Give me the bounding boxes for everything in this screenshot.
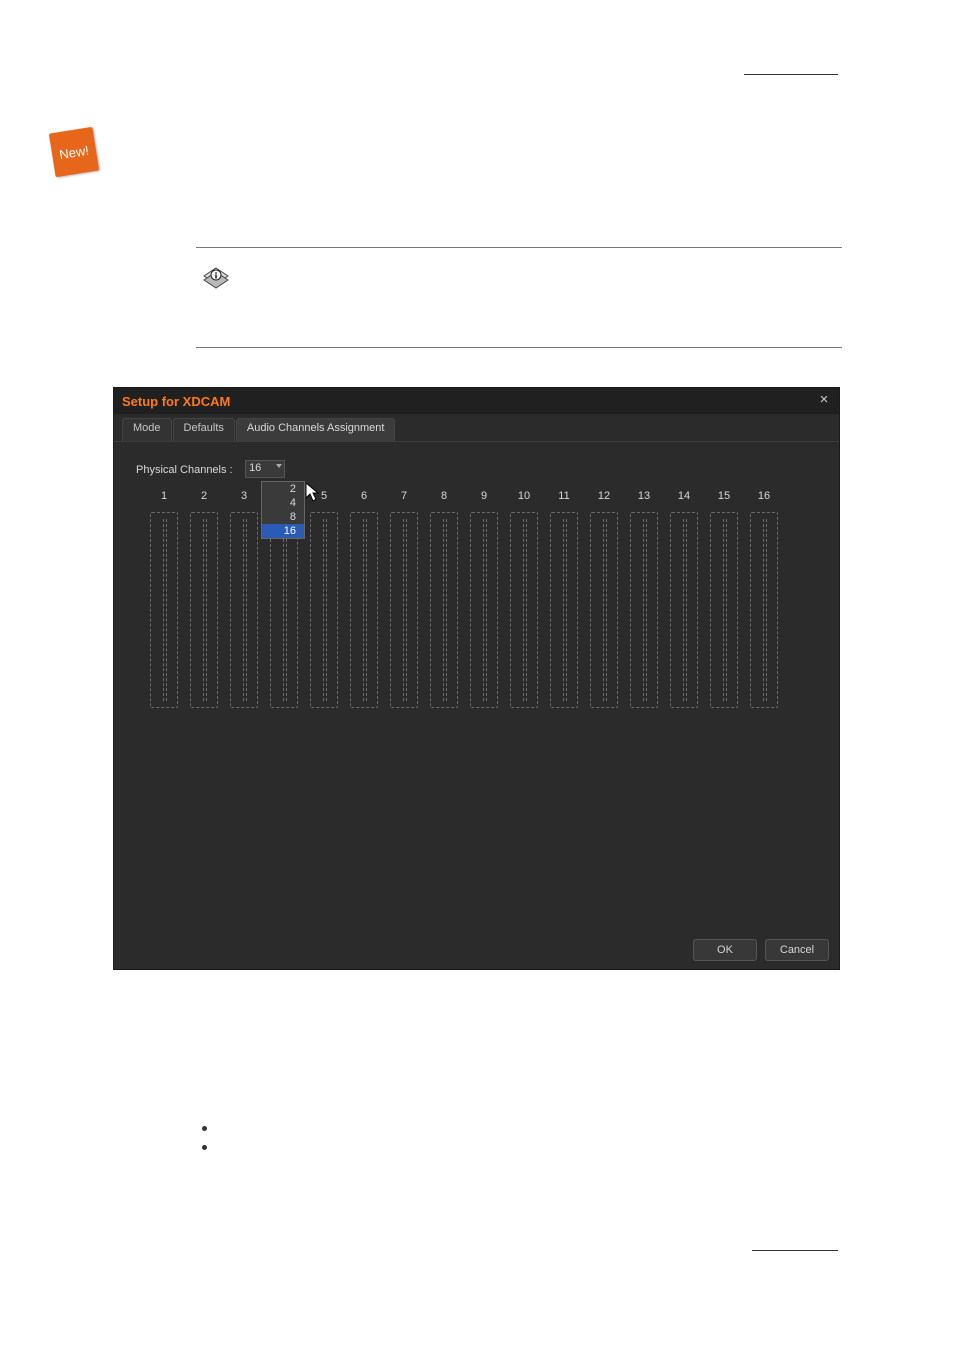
dialog-body: Physical Channels : 16 2 4 8 16 1 2 3 bbox=[114, 442, 839, 726]
channel-slot-15[interactable] bbox=[704, 512, 744, 708]
channel-slot-7[interactable] bbox=[384, 512, 424, 708]
physical-channels-dropdown[interactable]: 2 4 8 16 bbox=[261, 481, 305, 539]
channel-header-6: 6 bbox=[344, 490, 384, 502]
channel-slot-3[interactable] bbox=[224, 512, 264, 708]
channel-header-15: 15 bbox=[704, 490, 744, 502]
channel-header-9: 9 bbox=[464, 490, 504, 502]
channels-grid bbox=[144, 512, 817, 708]
channel-slot-12[interactable] bbox=[584, 512, 624, 708]
physical-channels-value: 16 bbox=[249, 462, 261, 474]
channels-header: 1 2 3 4 5 6 7 8 9 10 11 12 13 14 15 16 bbox=[144, 490, 817, 502]
bullet-list bbox=[202, 1126, 207, 1164]
channel-header-13: 13 bbox=[624, 490, 664, 502]
dropdown-option-2[interactable]: 2 bbox=[262, 482, 304, 496]
header-divider bbox=[744, 74, 838, 75]
channel-header-1: 1 bbox=[144, 490, 184, 502]
physical-channels-label: Physical Channels : bbox=[136, 464, 233, 476]
channel-slot-2[interactable] bbox=[184, 512, 224, 708]
channel-header-2: 2 bbox=[184, 490, 224, 502]
tab-audio-channels-assignment[interactable]: Audio Channels Assignment bbox=[236, 418, 396, 441]
channel-slot-10[interactable] bbox=[504, 512, 544, 708]
channel-slot-13[interactable] bbox=[624, 512, 664, 708]
tab-defaults[interactable]: Defaults bbox=[173, 418, 235, 441]
bullet-icon bbox=[202, 1126, 207, 1131]
channel-slot-11[interactable] bbox=[544, 512, 584, 708]
dialog-footer: OK Cancel bbox=[693, 939, 829, 961]
channel-slot-16[interactable] bbox=[744, 512, 784, 708]
setup-dialog: Setup for XDCAM × Mode Defaults Audio Ch… bbox=[113, 387, 840, 970]
info-divider-top bbox=[196, 247, 842, 248]
dropdown-option-16[interactable]: 16 bbox=[262, 524, 304, 538]
ok-button[interactable]: OK bbox=[693, 939, 757, 961]
info-divider-bottom bbox=[196, 347, 842, 348]
bullet-icon bbox=[202, 1145, 207, 1150]
channel-slot-9[interactable] bbox=[464, 512, 504, 708]
new-badge: New! bbox=[49, 127, 99, 177]
channel-slot-1[interactable] bbox=[144, 512, 184, 708]
close-icon[interactable]: × bbox=[815, 391, 833, 409]
channel-header-8: 8 bbox=[424, 490, 464, 502]
cursor-icon bbox=[306, 483, 322, 508]
dropdown-option-8[interactable]: 8 bbox=[262, 510, 304, 524]
chevron-down-icon bbox=[276, 464, 282, 468]
dialog-titlebar[interactable]: Setup for XDCAM × bbox=[114, 388, 839, 414]
physical-channels-select[interactable]: 16 bbox=[245, 460, 285, 478]
tab-mode[interactable]: Mode bbox=[122, 418, 172, 441]
channel-slot-14[interactable] bbox=[664, 512, 704, 708]
channel-slot-6[interactable] bbox=[344, 512, 384, 708]
channel-slot-8[interactable] bbox=[424, 512, 464, 708]
dialog-tabs: Mode Defaults Audio Channels Assignment bbox=[114, 418, 839, 442]
channel-slot-4[interactable] bbox=[264, 512, 304, 708]
cancel-button[interactable]: Cancel bbox=[765, 939, 829, 961]
dialog-title: Setup for XDCAM bbox=[122, 394, 230, 409]
channel-header-12: 12 bbox=[584, 490, 624, 502]
footer-divider bbox=[752, 1250, 838, 1251]
channel-slot-5[interactable] bbox=[304, 512, 344, 708]
channel-header-14: 14 bbox=[664, 490, 704, 502]
channel-header-3: 3 bbox=[224, 490, 264, 502]
channel-header-7: 7 bbox=[384, 490, 424, 502]
channel-header-10: 10 bbox=[504, 490, 544, 502]
info-icon bbox=[202, 266, 230, 294]
dropdown-option-4[interactable]: 4 bbox=[262, 496, 304, 510]
channel-header-16: 16 bbox=[744, 490, 784, 502]
new-badge-label: New! bbox=[58, 142, 90, 161]
channel-header-11: 11 bbox=[544, 490, 584, 502]
